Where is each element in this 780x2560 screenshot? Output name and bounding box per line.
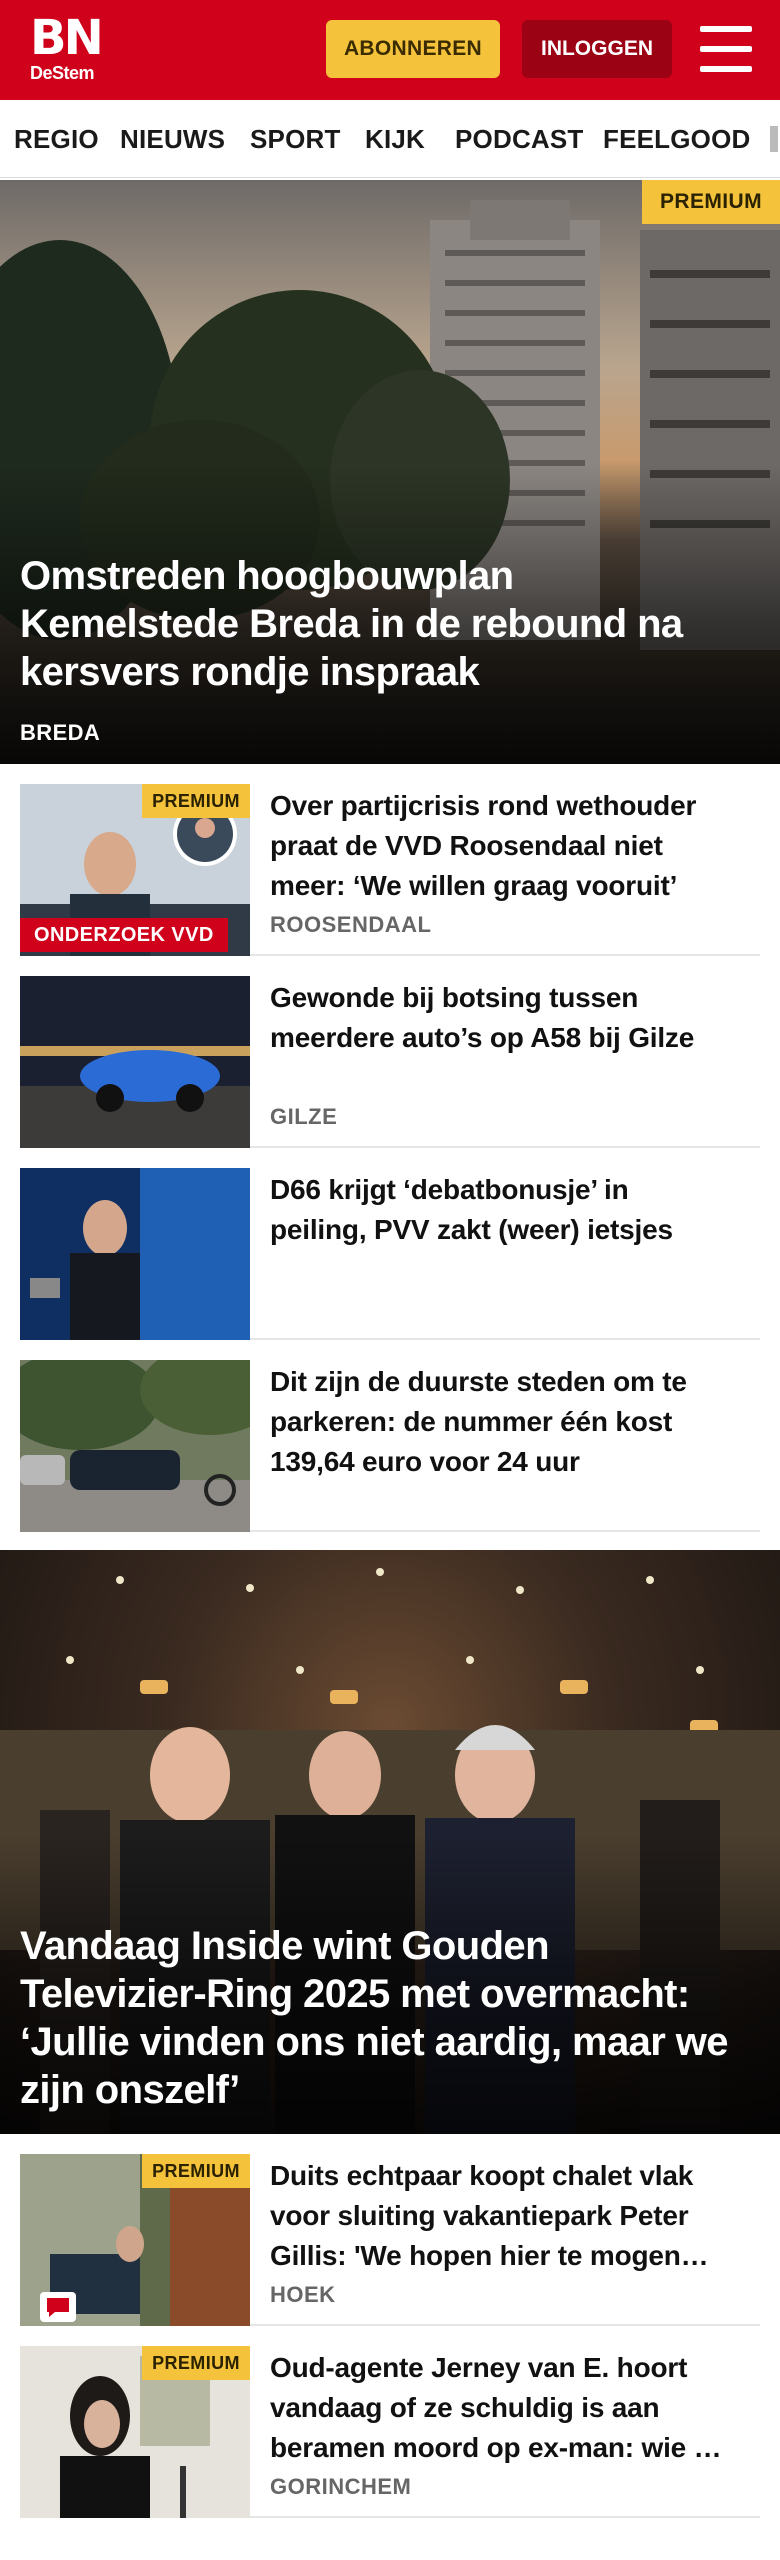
article-title-line[interactable]: Duits echtpaar koopt chalet vlak <box>270 2156 750 2196</box>
hero-title-line[interactable]: kersvers rondje inspraak <box>20 648 480 696</box>
article-thumbnail <box>20 976 250 1148</box>
article-title-line[interactable]: Gewonde bij botsing tussen <box>270 978 750 1018</box>
logo-text: BN <box>30 10 104 66</box>
article-title-line[interactable]: Gillis: 'We hopen hier te mogen… <box>270 2236 750 2276</box>
article-thumbnail <box>20 1168 250 1340</box>
brand-logo[interactable]: BN DeStem <box>30 14 110 86</box>
section-nav: REGIO NIEUWS SPORT KIJK PODCAST FEELGOOD <box>0 100 780 178</box>
article-title-line[interactable]: Oud-agente Jerney van E. hoort <box>270 2348 750 2388</box>
nav-item-sport[interactable]: SPORT <box>250 124 341 155</box>
list-item[interactable]: ONDERZOEK VVD PREMIUM Over partijcrisis … <box>20 784 760 956</box>
category-label[interactable]: ONDERZOEK VVD <box>20 918 228 952</box>
article-title-line[interactable]: parkeren: de nummer één kost <box>270 1402 750 1442</box>
list-item[interactable]: Dit zijn de duurste steden om te parkere… <box>20 1360 760 1532</box>
article-title-line[interactable]: peiling, PVV zakt (weer) ietsjes <box>270 1210 750 1250</box>
thumbnail-image <box>20 1168 250 1340</box>
nav-item-feelgood[interactable]: FEELGOOD <box>603 124 751 155</box>
article-title-line[interactable]: voor sluiting vakantiepark Peter <box>270 2196 750 2236</box>
hero-title-line[interactable]: Televizier-Ring 2025 met overmacht: <box>20 1970 690 2018</box>
thumbnail-image <box>20 976 250 1148</box>
hero-article-2[interactable]: Vandaag Inside wint Gouden Televizier-Ri… <box>0 1550 780 2134</box>
article-location: ROOSENDAAL <box>270 912 432 937</box>
comment-bubble-icon <box>47 2298 69 2317</box>
hero-location: BREDA <box>20 720 101 745</box>
hero-title-line[interactable]: Vandaag Inside wint Gouden <box>20 1922 550 1970</box>
article-thumbnail <box>20 1360 250 1532</box>
top-bar: BN DeStem ABONNEREN INLOGGEN <box>0 0 780 100</box>
article-title-line[interactable]: vandaag of ze schuldig is aan <box>270 2388 750 2428</box>
article-location: HOEK <box>270 2282 336 2307</box>
article-title-line[interactable]: Over partijcrisis rond wethouder <box>270 786 750 826</box>
menu-line <box>700 26 752 32</box>
hero-article[interactable]: PREMIUM Omstreden hoogbouwplan Kemelsted… <box>0 180 780 764</box>
comment-icon[interactable] <box>40 2292 76 2322</box>
subscribe-button[interactable]: ABONNEREN <box>326 20 500 78</box>
nav-item-nieuws[interactable]: NIEUWS <box>120 124 225 155</box>
list-item[interactable]: D66 krijgt ‘debatbonusje’ in peiling, PV… <box>20 1168 760 1340</box>
login-button[interactable]: INLOGGEN <box>522 20 672 78</box>
nav-item-regio[interactable]: REGIO <box>14 124 99 155</box>
hero-title-line[interactable]: zijn onszelf’ <box>20 2066 240 2114</box>
menu-line <box>700 66 752 72</box>
article-title-line[interactable]: meer: ‘We willen graag vooruit’ <box>270 866 750 906</box>
nav-overflow-hint <box>770 126 778 152</box>
list-item[interactable]: PREMIUM Duits echtpaar koopt chalet vlak… <box>20 2154 760 2326</box>
article-title-line[interactable]: praat de VVD Roosendaal niet <box>270 826 750 866</box>
premium-badge: PREMIUM <box>142 2346 250 2380</box>
article-title-line[interactable]: Dit zijn de duurste steden om te <box>270 1362 750 1402</box>
hero-title-line[interactable]: Omstreden hoogbouwplan <box>20 552 514 600</box>
hero-title-line[interactable]: Kemelstede Breda in de rebound na <box>20 600 683 648</box>
article-location: GILZE <box>270 1104 338 1129</box>
nav-item-kijk[interactable]: KIJK <box>365 124 425 155</box>
article-title-line[interactable]: beramen moord op ex-man: wie … <box>270 2428 750 2468</box>
list-item[interactable]: PREMIUM Oud-agente Jerney van E. hoort v… <box>20 2346 760 2518</box>
premium-badge: PREMIUM <box>642 180 780 224</box>
menu-line <box>700 46 752 52</box>
thumbnail-image <box>20 1360 250 1532</box>
article-location: GORINCHEM <box>270 2474 412 2499</box>
hero-title-line[interactable]: ‘Jullie vinden ons niet aardig, maar we <box>20 2018 729 2066</box>
premium-badge: PREMIUM <box>142 2154 250 2188</box>
article-title-line[interactable]: 139,64 euro voor 24 uur <box>270 1442 750 1482</box>
nav-item-podcast[interactable]: PODCAST <box>455 124 584 155</box>
article-title-line[interactable]: D66 krijgt ‘debatbonusje’ in <box>270 1170 750 1210</box>
article-title-line[interactable]: meerdere auto’s op A58 bij Gilze <box>270 1018 750 1058</box>
premium-badge: PREMIUM <box>142 784 250 818</box>
list-item[interactable]: Gewonde bij botsing tussen meerdere auto… <box>20 976 760 1148</box>
hamburger-icon[interactable] <box>700 26 752 72</box>
